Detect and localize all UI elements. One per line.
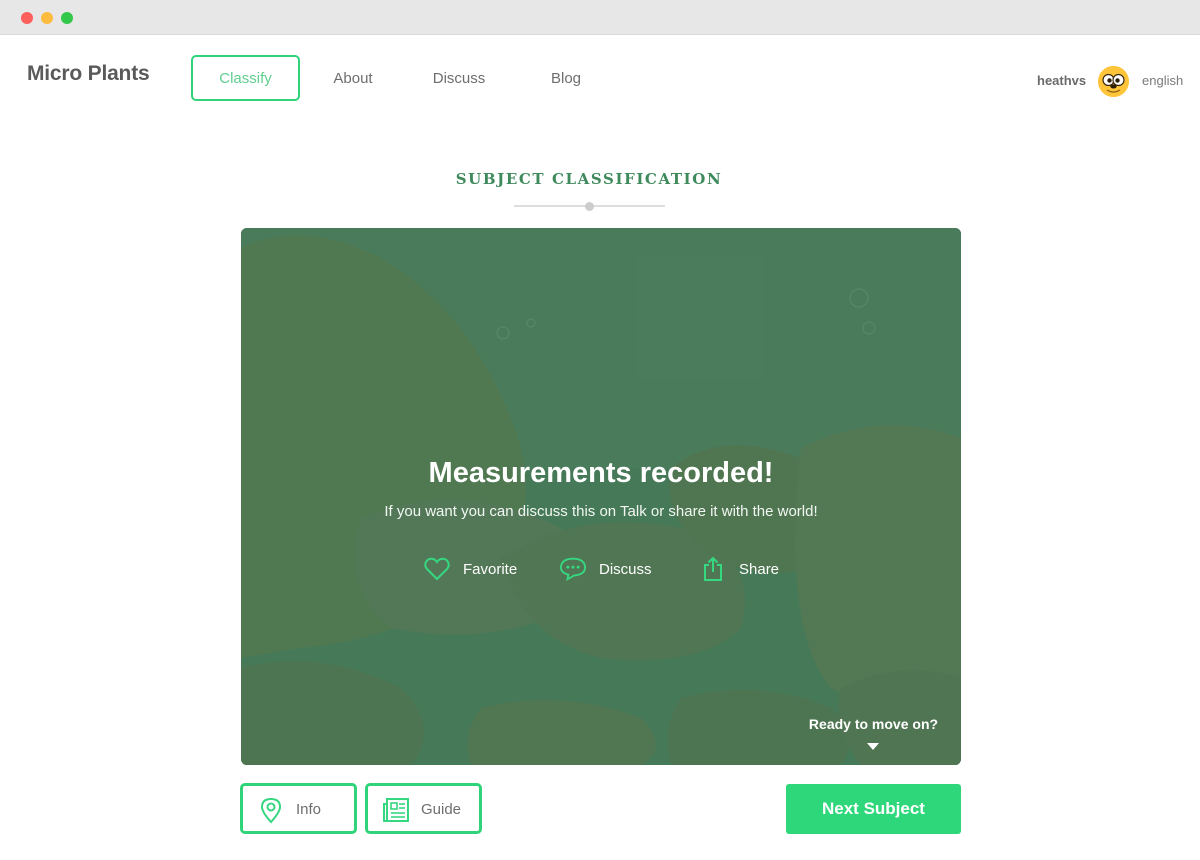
discuss-button[interactable]: Discuss [559, 555, 652, 583]
confirmation-title: Measurements recorded! [428, 457, 774, 489]
maximize-window-button[interactable] [61, 12, 73, 24]
confirmation-subtitle: If you want you can discuss this on Talk… [384, 503, 818, 520]
subject-overlay [241, 228, 961, 765]
caret-down-icon[interactable] [867, 743, 879, 750]
close-window-button[interactable] [21, 12, 33, 24]
share-icon [699, 555, 727, 583]
favorite-label: Favorite [463, 560, 518, 578]
share-label: Share [739, 560, 780, 578]
window-titlebar [0, 0, 1200, 35]
heart-icon [423, 555, 451, 583]
nav-about[interactable]: About [313, 55, 393, 101]
favorite-button[interactable]: Favorite [423, 555, 517, 583]
speech-bubble-icon [559, 555, 587, 583]
info-label: Info [296, 801, 322, 818]
info-button[interactable]: Info [240, 783, 357, 834]
cartoon-dog-face-icon [1098, 66, 1129, 97]
subject-image-panel: Measurements recorded! If you want you c… [241, 228, 961, 765]
guide-label: Guide [421, 801, 462, 818]
page-title: SUBJECT CLASSIFICATION [455, 170, 723, 188]
next-subject-button[interactable]: Next Subject [786, 784, 961, 834]
guide-button[interactable]: Guide [365, 783, 482, 834]
nav-blog[interactable]: Blog [531, 55, 601, 101]
map-pin-icon [257, 796, 285, 824]
minimize-window-button[interactable] [41, 12, 53, 24]
avatar[interactable] [1098, 66, 1129, 97]
share-button[interactable]: Share [699, 555, 779, 583]
field-guide-icon [382, 796, 410, 824]
language-selector[interactable]: english [1142, 73, 1183, 88]
brand-logo[interactable]: Micro Plants [27, 62, 150, 86]
move-on-prompt[interactable]: Ready to move on? [801, 716, 946, 732]
nav-discuss[interactable]: Discuss [418, 55, 500, 101]
discuss-label: Discuss [599, 560, 652, 578]
title-divider-dot [585, 202, 594, 211]
username[interactable]: heathvs [1037, 73, 1086, 88]
nav-classify[interactable]: Classify [191, 55, 300, 101]
